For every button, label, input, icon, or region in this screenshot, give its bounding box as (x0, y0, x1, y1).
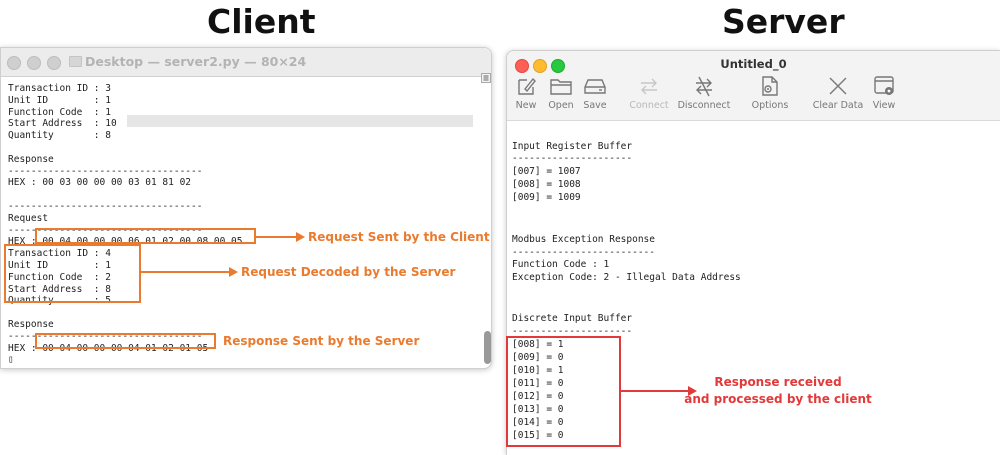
arrowhead-request-decoded (229, 267, 238, 277)
arrowhead-request-sent (296, 232, 305, 242)
request-decoded-label: Request Decoded by the Server (241, 265, 456, 279)
request-sent-label: Request Sent by the Client (308, 230, 490, 244)
response-received-label-1: Response received (714, 375, 842, 389)
response-sent-label: Response Sent by the Server (223, 334, 420, 348)
response-received-label-2: and processed by the client (684, 392, 872, 406)
